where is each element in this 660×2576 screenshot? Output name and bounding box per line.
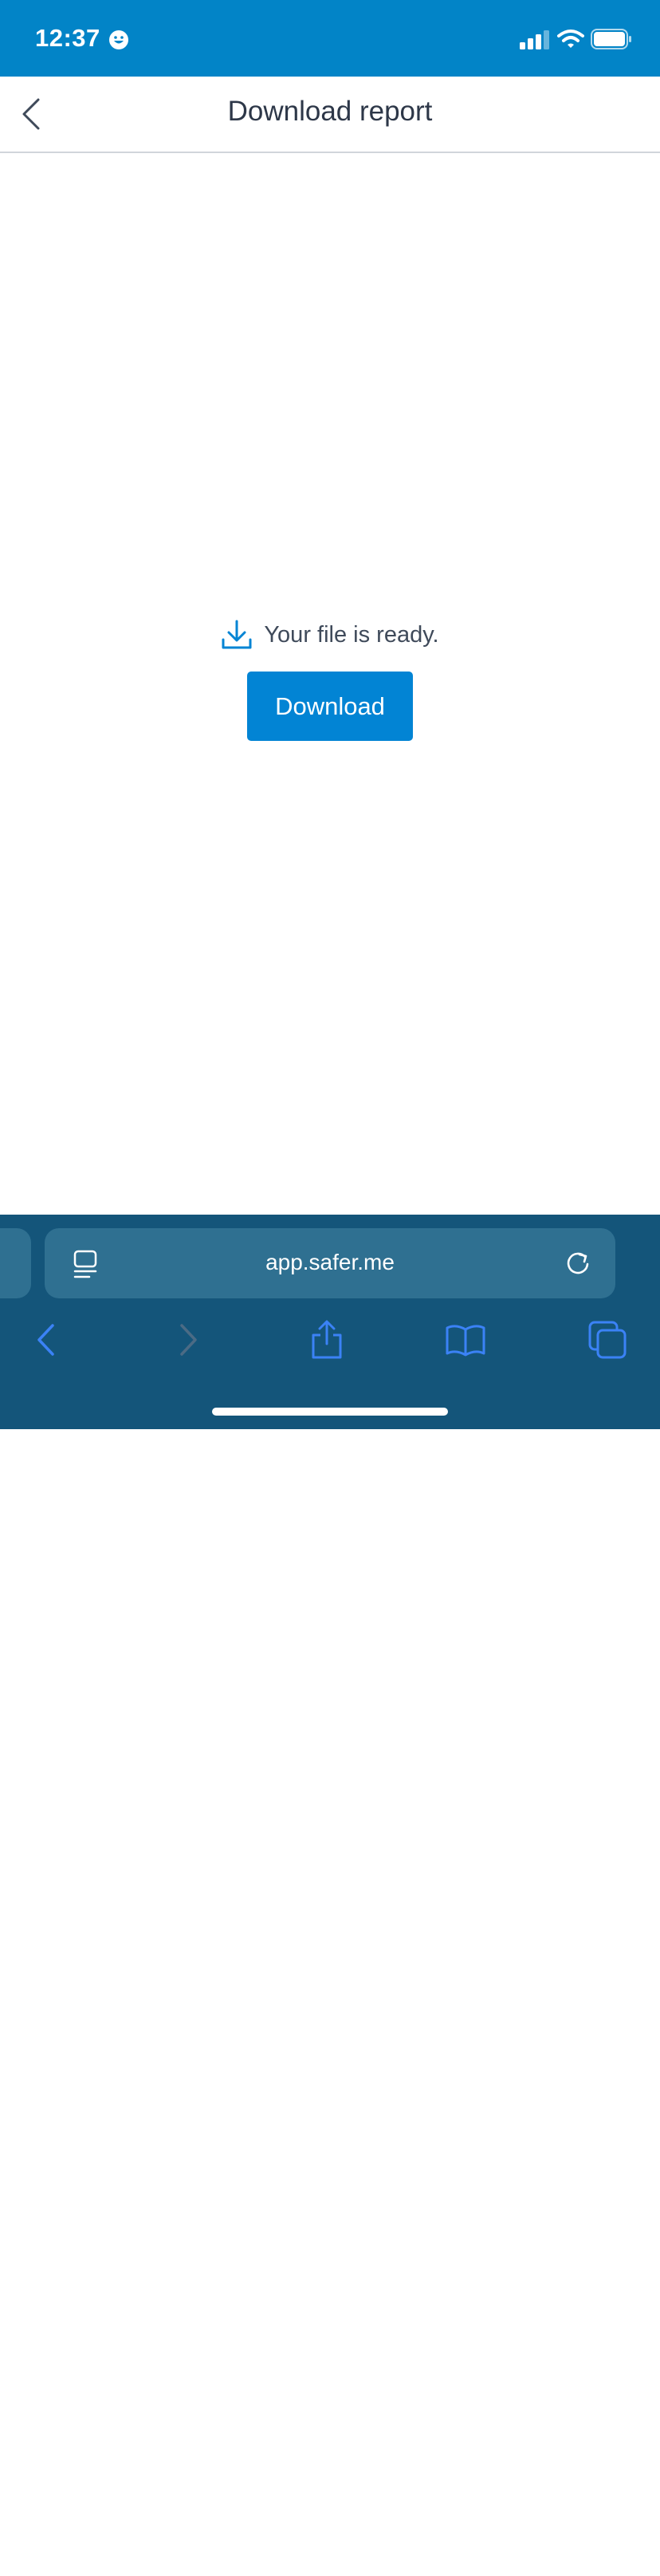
chevron-right-icon <box>180 1324 197 1356</box>
browser-back-button[interactable] <box>24 2533 69 2576</box>
browser-forward-button[interactable] <box>166 1318 210 1361</box>
previous-tab[interactable] <box>0 1228 31 1298</box>
download-button[interactable]: Download <box>247 672 413 741</box>
page-title: Download report <box>227 96 433 127</box>
reload-icon[interactable] <box>564 1250 591 1277</box>
status-bar: 12:37 <box>0 0 660 77</box>
cellular-signal-icon <box>520 30 549 49</box>
share-button[interactable] <box>304 1318 349 1361</box>
book-icon <box>446 1325 485 1357</box>
address-bar[interactable]: app.safer.me <box>45 1228 615 1298</box>
smiley-icon <box>109 30 128 49</box>
tabs-button[interactable] <box>585 1318 630 1361</box>
file-ready-message: Your file is ready. <box>0 619 660 651</box>
wifi-icon <box>557 30 584 48</box>
bookmarks-button[interactable] <box>443 1318 488 1361</box>
page-header: Download report <box>0 77 660 153</box>
status-time: 12:37 <box>35 24 100 52</box>
browser-back-button[interactable] <box>24 1318 69 1361</box>
share-icon <box>312 1320 342 1359</box>
battery-icon <box>591 29 631 49</box>
download-icon <box>222 620 252 649</box>
address-text: app.safer.me <box>265 1250 395 1274</box>
home-indicator[interactable] <box>212 1408 448 1416</box>
chevron-left-icon <box>37 1324 54 1356</box>
ready-text: Your file is ready. <box>264 621 439 648</box>
tabs-icon <box>588 1321 627 1359</box>
